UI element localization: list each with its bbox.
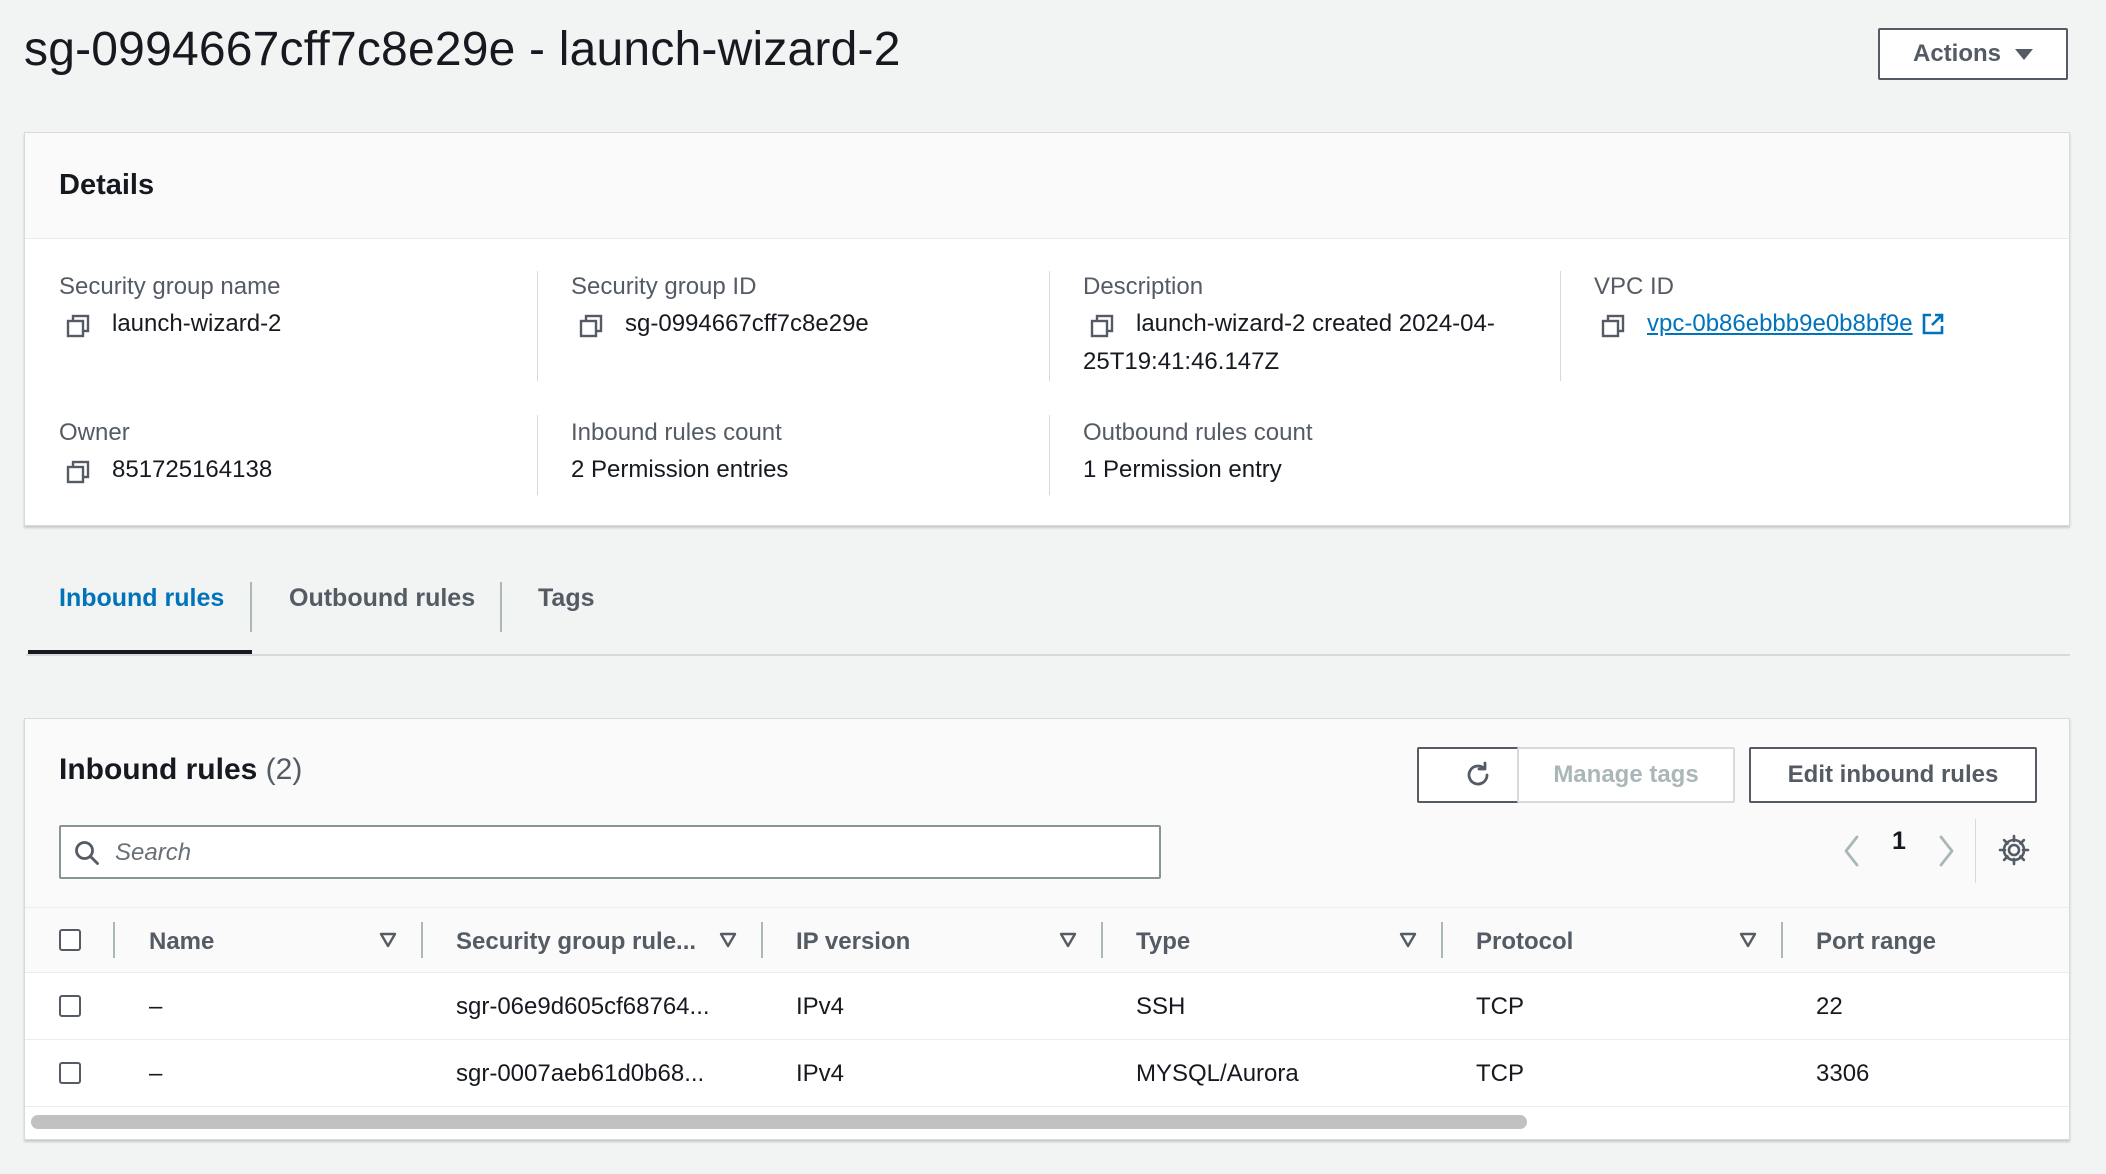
sg-name-label: Security group name: [59, 273, 281, 300]
external-link-icon[interactable]: [1921, 312, 1945, 336]
cell-rule-id: sgr-0007aeb61d0b68...: [456, 1060, 705, 1087]
details-panel-header: [25, 133, 2069, 239]
description-label: Description: [1083, 273, 1204, 300]
tabs-divider: [26, 654, 2070, 656]
owner-label: Owner: [59, 419, 130, 446]
column-header-type[interactable]: Type: [1136, 928, 1190, 956]
select-all-checkbox[interactable]: [59, 929, 81, 951]
edit-inbound-rules-button[interactable]: Edit inbound rules: [1749, 747, 2037, 803]
column-header-security-group-rule[interactable]: Security group rule...: [456, 928, 696, 956]
current-page-number[interactable]: 1: [1892, 827, 1906, 856]
manage-tags-button[interactable]: Manage tags: [1517, 747, 1735, 803]
copy-icon[interactable]: [65, 459, 91, 485]
sort-caret-icon[interactable]: [1059, 932, 1077, 948]
table-count: (2): [265, 753, 303, 786]
search-field[interactable]: [59, 825, 1161, 879]
sort-caret-icon[interactable]: [719, 932, 737, 948]
tab-tags[interactable]: Tags: [538, 584, 595, 613]
inbound-count-value: 2 Permission entries: [571, 456, 789, 483]
search-icon: [75, 841, 99, 865]
table-title: Inbound rules (2): [59, 753, 302, 787]
inbound-count-label: Inbound rules count: [571, 419, 782, 446]
row-checkbox[interactable]: [59, 995, 81, 1017]
column-resizer[interactable]: [1781, 922, 1783, 958]
sg-id-label: Security group ID: [571, 273, 757, 300]
column-header-ip-version[interactable]: IP version: [796, 928, 910, 956]
search-input[interactable]: [113, 833, 1147, 873]
column-divider: [1560, 271, 1561, 381]
cell-name: –: [149, 1060, 163, 1087]
outbound-count-label: Outbound rules count: [1083, 419, 1313, 446]
column-divider: [1049, 271, 1050, 381]
details-title: Details: [59, 169, 155, 201]
inbound-rules-table-panel: Inbound rules (2) Manage tags Edit inbou…: [24, 718, 2070, 1140]
cell-protocol: TCP: [1476, 1060, 1524, 1087]
cell-protocol: TCP: [1476, 993, 1524, 1020]
actions-button-label: Actions: [1912, 40, 2001, 67]
tab-outbound-rules[interactable]: Outbound rules: [289, 584, 475, 613]
horizontal-scrollbar-thumb[interactable]: [31, 1115, 1527, 1129]
actions-button[interactable]: Actions: [1878, 28, 2068, 80]
column-header-name[interactable]: Name: [149, 928, 214, 956]
cell-type: SSH: [1136, 993, 1186, 1020]
table-title-text: Inbound rules: [59, 753, 258, 786]
column-header-protocol[interactable]: Protocol: [1476, 928, 1573, 956]
column-divider: [537, 271, 538, 381]
outbound-count-value: 1 Permission entry: [1083, 456, 1282, 483]
tab-separator: [250, 582, 252, 632]
pagination-divider: [1975, 819, 1976, 883]
table-row[interactable]: – sgr-0007aeb61d0b68... IPv4 MYSQL/Auror…: [25, 1040, 2069, 1107]
sort-caret-icon[interactable]: [1399, 932, 1417, 948]
vpc-id-link-wrap: vpc-0b86ebbb9e0b8bf9e: [1647, 305, 1945, 343]
refresh-icon: [1467, 761, 1489, 786]
table-row[interactable]: – sgr-06e9d605cf68764... IPv4 SSH TCP 22: [25, 973, 2069, 1040]
tab-inbound-rules[interactable]: Inbound rules: [59, 584, 224, 613]
cell-ip-version: IPv4: [796, 993, 845, 1020]
copy-icon[interactable]: [65, 313, 91, 339]
tab-separator: [500, 582, 502, 632]
details-panel: Details Security group name launch-wizar…: [24, 132, 2070, 526]
sg-name-value: launch-wizard-2: [112, 310, 282, 337]
cell-ip-version: IPv4: [796, 1060, 845, 1087]
cell-name: –: [149, 993, 163, 1020]
cell-port-range: 3306: [1816, 1060, 1870, 1087]
vpc-id-link[interactable]: vpc-0b86ebbb9e0b8bf9e: [1647, 305, 1913, 343]
next-page-icon[interactable]: [1935, 833, 1957, 869]
description-value-continued: 25T19:41:46.147Z: [1083, 348, 1280, 375]
column-resizer[interactable]: [761, 922, 763, 958]
page-title: sg-0994667cff7c8e29e - launch-wizard-2: [24, 23, 901, 76]
caret-down-icon: [2015, 48, 2033, 60]
sort-caret-icon[interactable]: [379, 932, 397, 948]
settings-gear-icon[interactable]: [1997, 833, 2031, 867]
cell-port-range: 22: [1816, 993, 1843, 1020]
table-header: Name Security group rule... IP version T…: [25, 907, 2069, 973]
cell-rule-id: sgr-06e9d605cf68764...: [456, 993, 710, 1020]
column-header-port-range[interactable]: Port range: [1816, 928, 1936, 956]
sg-id-value: sg-0994667cff7c8e29e: [625, 310, 869, 337]
copy-icon[interactable]: [1089, 313, 1115, 339]
column-resizer[interactable]: [113, 922, 115, 958]
horizontal-scrollbar[interactable]: [25, 1107, 2069, 1139]
sort-caret-icon[interactable]: [1739, 932, 1757, 948]
copy-icon[interactable]: [578, 313, 604, 339]
previous-page-icon[interactable]: [1841, 833, 1863, 869]
description-value: launch-wizard-2 created 2024-04-: [1136, 310, 1495, 337]
cell-type: MYSQL/Aurora: [1136, 1060, 1299, 1087]
copy-icon[interactable]: [1600, 313, 1626, 339]
column-resizer[interactable]: [1441, 922, 1443, 958]
column-resizer[interactable]: [421, 922, 423, 958]
active-tab-indicator: [28, 650, 252, 654]
row-checkbox[interactable]: [59, 1062, 81, 1084]
column-resizer[interactable]: [1101, 922, 1103, 958]
column-divider: [1049, 415, 1050, 495]
column-divider: [537, 415, 538, 495]
owner-value: 851725164138: [112, 456, 273, 483]
vpc-id-label: VPC ID: [1594, 273, 1675, 300]
